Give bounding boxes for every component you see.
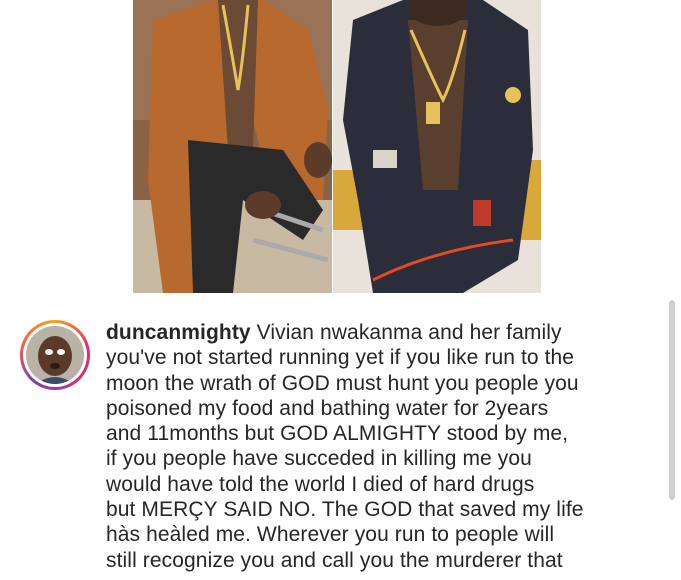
caption-line-8: but MERÇY SAID NO. The GOD that saved my… xyxy=(106,498,584,522)
right-photo[interactable] xyxy=(333,0,541,293)
caption-line-4: poisoned my food and bathing water for 2… xyxy=(106,396,549,420)
post-photos xyxy=(0,0,681,300)
username-link[interactable]: duncanmighty xyxy=(106,321,251,344)
man-in-denim-jacket-image xyxy=(333,0,541,293)
profile-photo-icon xyxy=(26,326,84,384)
caption-line-3: moon the wrath of GOD must hunt you peop… xyxy=(106,371,579,395)
caption-line-1: duncanmighty Vivian nwakanma and her fam… xyxy=(106,320,658,345)
caption-line-6: if you people have succeded in killing m… xyxy=(106,447,532,471)
caption-line-10: still recognize you and call you the mur… xyxy=(106,548,563,572)
caption-line-9: hàs heàled me. Wherever you run to peopl… xyxy=(106,523,555,547)
left-photo[interactable] xyxy=(133,0,332,293)
caption-comment: duncanmighty Vivian nwakanma and her fam… xyxy=(0,300,681,580)
caption-line-1-text: Vivian nwakanma and her family xyxy=(256,321,562,344)
caption-line-2: you've not started running yet if you li… xyxy=(106,346,575,370)
caption-line-7: would have told the world I died of hard… xyxy=(106,472,535,496)
scrollbar[interactable] xyxy=(669,300,675,500)
avatar-image xyxy=(26,326,84,384)
avatar-ring-inner xyxy=(23,323,87,387)
caption-line-5: and 11months but GOD ALMIGHTY stood by m… xyxy=(106,422,569,446)
caption-text: duncanmighty Vivian nwakanma and her fam… xyxy=(106,320,658,573)
avatar[interactable] xyxy=(20,320,90,390)
man-in-tan-coat-image xyxy=(133,0,332,293)
